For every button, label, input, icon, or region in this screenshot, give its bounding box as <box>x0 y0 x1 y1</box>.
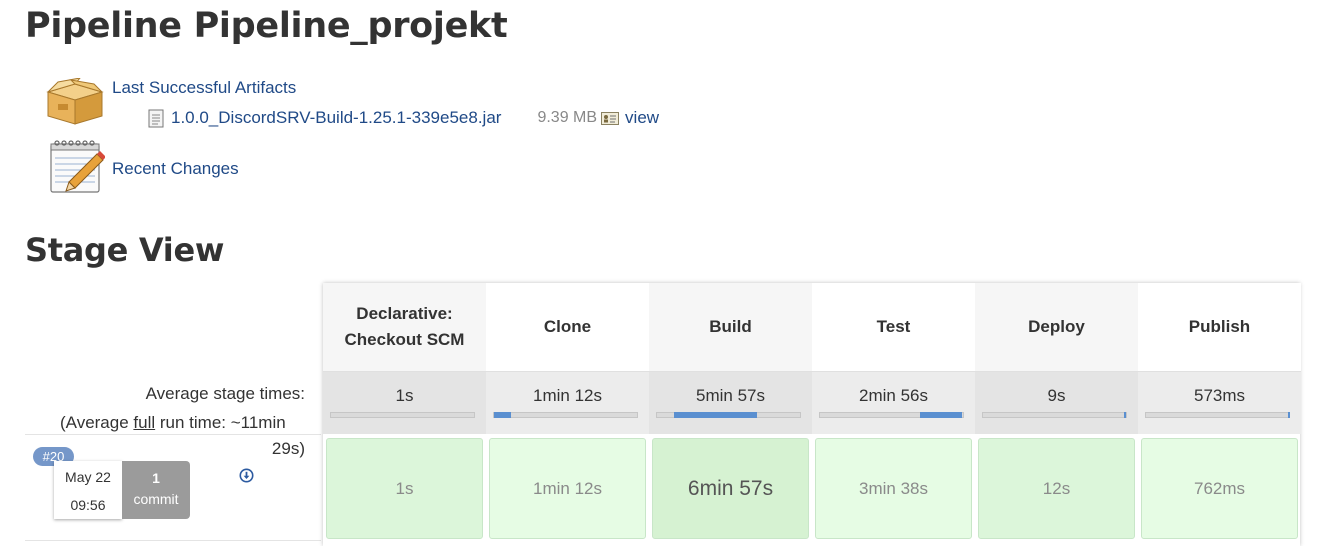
stage-name: Clone <box>543 317 592 336</box>
stage-run-cell[interactable]: 6min 57s <box>652 438 809 539</box>
commit-label: commit <box>133 491 179 507</box>
stage-time-progress-fill <box>494 412 512 418</box>
artifact-file-link[interactable]: 1.0.0_DiscordSRV-Build-1.25.1-339e5e8.ja… <box>171 108 501 128</box>
stage-header: Build <box>649 283 812 371</box>
package-box-icon <box>46 78 104 125</box>
stage-name: Test <box>876 317 911 336</box>
stage-column: Declarative: Checkout SCM 1s 1s <box>323 283 486 546</box>
stage-average-cell: 1s <box>323 371 486 434</box>
stage-time-progress-bar <box>656 412 801 418</box>
commit-count: 1 <box>152 470 160 486</box>
build-time: 09:56 <box>70 497 106 513</box>
stage-name: Deploy <box>1028 317 1085 336</box>
last-successful-artifacts-link[interactable]: Last Successful Artifacts <box>112 78 296 98</box>
stage-time-progress-bar <box>982 412 1127 418</box>
stage-average-time: 1min 12s <box>533 386 602 405</box>
stage-column: Build 5min 57s 6min 57s <box>649 283 812 546</box>
stage-time-progress-fill <box>920 412 962 418</box>
build-date-box: May 22 09:56 <box>54 461 122 519</box>
stage-average-time: 9s <box>1047 386 1066 405</box>
stage-header: Test <box>812 283 975 371</box>
notepad-pencil-icon <box>50 140 105 193</box>
stage-average-cell: 9s <box>975 371 1138 434</box>
stage-average-time: 1s <box>395 386 414 405</box>
file-icon <box>148 109 164 127</box>
stage-time-progress-fill <box>1287 412 1290 418</box>
stage-header: Deploy <box>975 283 1138 371</box>
stage-run-cell[interactable]: 12s <box>978 438 1135 539</box>
stage-header: Declarative: Checkout SCM <box>323 283 486 371</box>
stage-view-table: Declarative: Checkout SCM 1s 1s Clone 1min 12… <box>323 283 1301 546</box>
page-title: Pipeline Pipeline_projekt <box>25 6 508 46</box>
stage-time-progress-fill <box>1123 412 1126 418</box>
recent-changes-link[interactable]: Recent Changes <box>112 159 239 179</box>
stage-column: Deploy 9s 12s <box>975 283 1138 546</box>
stage-average-time: 573ms <box>1193 386 1246 405</box>
artifact-file-row: 1.0.0_DiscordSRV-Build-1.25.1-339e5e8.ja… <box>148 107 659 129</box>
stage-time-progress-fill <box>674 412 758 418</box>
average-stage-times-label: Average stage times: <box>145 384 305 403</box>
stage-average-cell: 1min 12s <box>486 371 649 434</box>
stage-average-cell: 2min 56s <box>812 371 975 434</box>
download-artifact-icon[interactable] <box>239 468 254 483</box>
artifact-file-size: 9.39 MB <box>537 109 598 126</box>
stage-run-cell[interactable]: 3min 38s <box>815 438 972 539</box>
stage-name: Build <box>709 317 752 336</box>
stage-name: Publish <box>1188 317 1251 336</box>
stage-average-cell: 573ms <box>1138 371 1301 434</box>
stage-average-time: 5min 57s <box>696 386 765 405</box>
stage-column: Publish 573ms 762ms <box>1138 283 1301 546</box>
stage-run-cell[interactable]: 1min 12s <box>489 438 646 539</box>
stage-average-cell: 5min 57s <box>649 371 812 434</box>
stage-average-time: 2min 56s <box>859 386 928 405</box>
stage-time-progress-bar <box>1145 412 1290 418</box>
stage-column: Test 2min 56s 3min 38s <box>812 283 975 546</box>
stage-header: Publish <box>1138 283 1301 371</box>
stage-column: Clone 1min 12s 1min 12s <box>486 283 649 546</box>
commit-count-box[interactable]: 1 commit <box>122 461 190 519</box>
run-row-divider <box>25 540 321 541</box>
full-run-link[interactable]: full <box>133 413 155 432</box>
stage-run-cell[interactable]: 1s <box>326 438 483 539</box>
artifact-view-link[interactable]: view <box>625 108 659 128</box>
stage-time-progress-bar <box>819 412 964 418</box>
stage-name-line2: Checkout SCM <box>344 330 465 349</box>
stage-time-progress-bar <box>330 412 475 418</box>
stage-header: Clone <box>486 283 649 371</box>
stage-view-title: Stage View <box>25 231 225 269</box>
stage-time-progress-bar <box>493 412 638 418</box>
build-date: May 22 <box>65 469 111 485</box>
stage-name: Declarative: <box>356 304 453 323</box>
stage-run-cell[interactable]: 762ms <box>1141 438 1298 539</box>
fingerprint-view-icon[interactable] <box>601 111 620 125</box>
